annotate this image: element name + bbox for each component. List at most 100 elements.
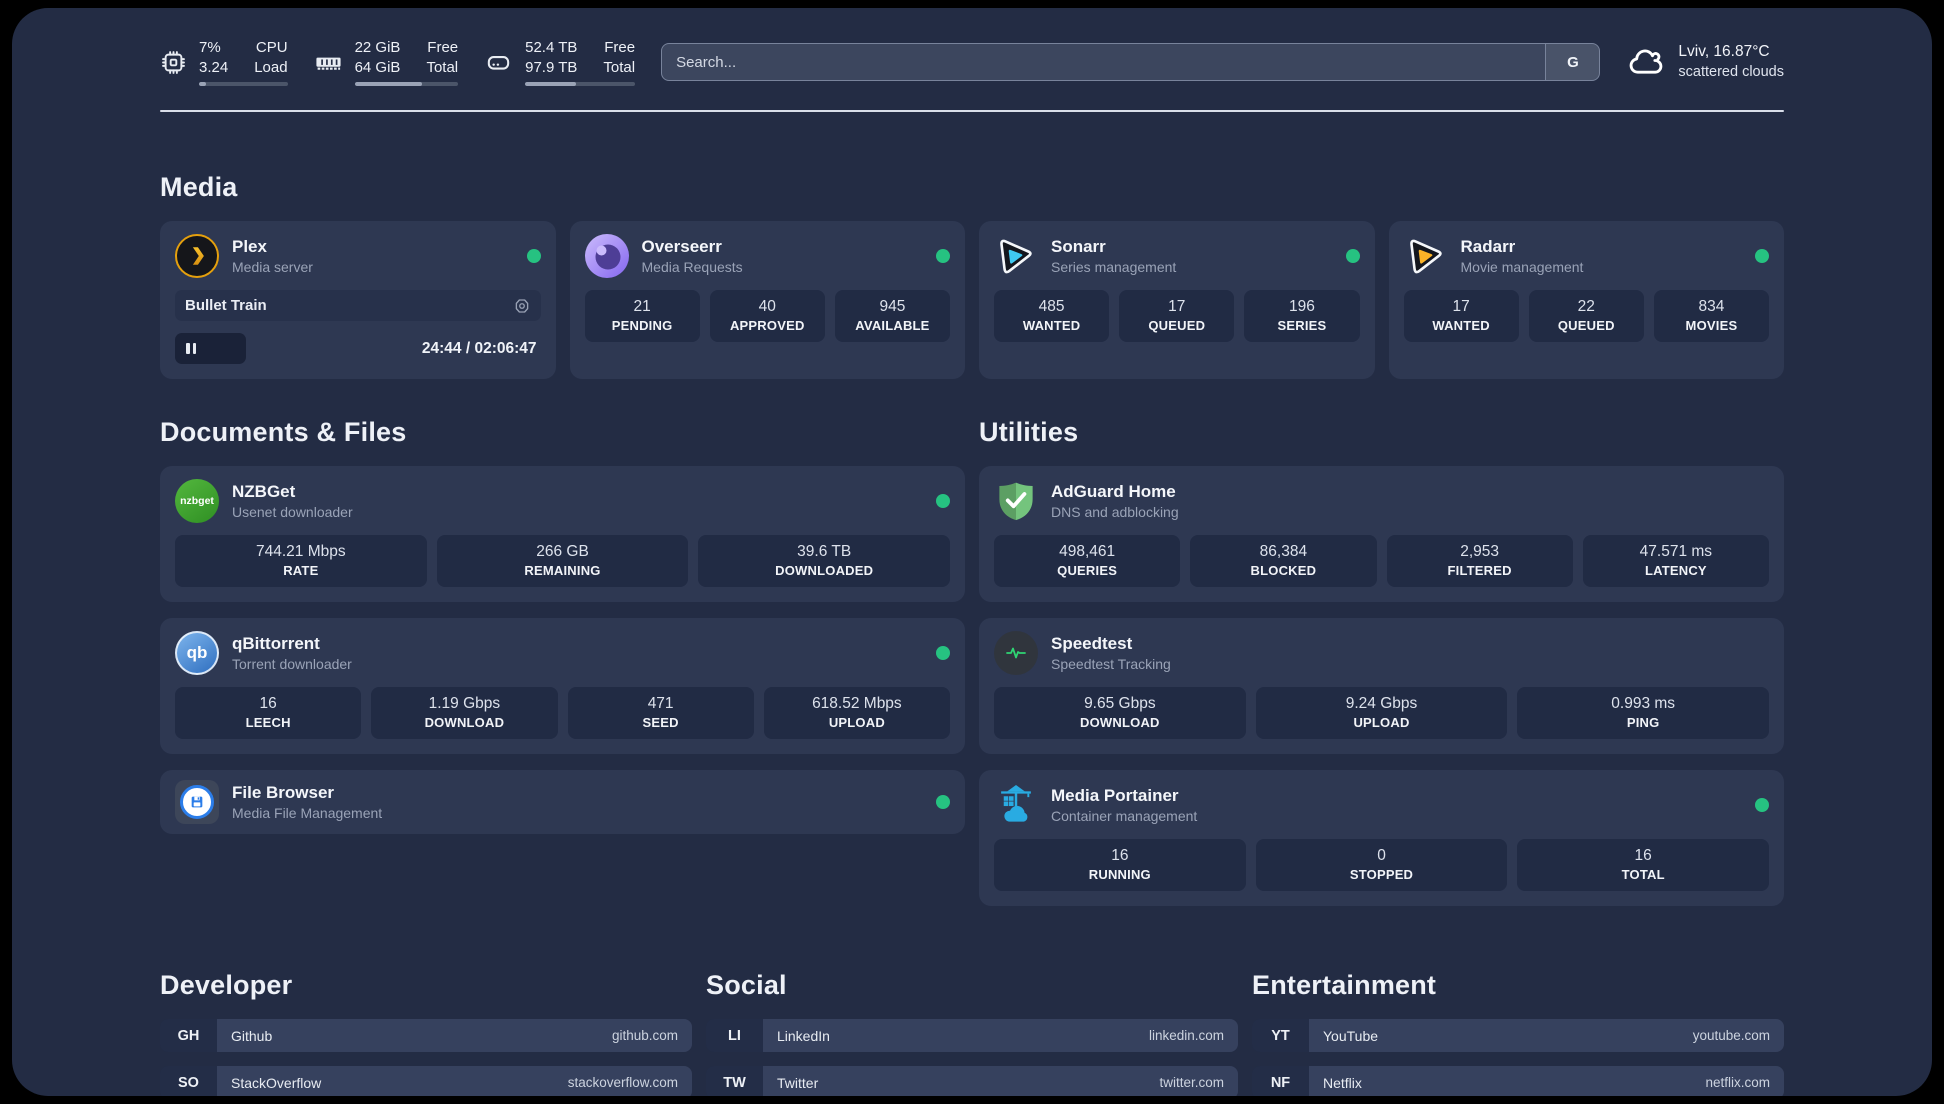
app-card-adguard[interactable]: AdGuard Home DNS and adblocking 498,461 Q… xyxy=(979,466,1784,602)
cpu-progress-bar xyxy=(199,82,288,86)
app-card-filebrowser[interactable]: File Browser Media File Management xyxy=(160,770,965,834)
bookmark-url: linkedin.com xyxy=(1148,1028,1224,1043)
portainer-icon xyxy=(994,783,1038,827)
cpu-load-value: 3.24 xyxy=(199,58,229,76)
bookmark-abbr: YT xyxy=(1252,1019,1309,1052)
plex-playback-progress: 24:44 / 02:06:47 xyxy=(175,333,541,364)
pause-icon xyxy=(186,343,190,354)
app-description: Usenet downloader xyxy=(232,504,353,520)
header-divider xyxy=(160,110,1784,112)
bookmark-name: LinkedIn xyxy=(777,1027,830,1044)
status-dot-online xyxy=(1755,249,1769,263)
stat-download: 1.19 Gbps DOWNLOAD xyxy=(371,687,558,739)
stat-leech: 16 LEECH xyxy=(175,687,362,739)
filebrowser-icon xyxy=(175,780,219,824)
bookmark-name: YouTube xyxy=(1323,1027,1379,1044)
app-card-radarr[interactable]: Radarr Movie management 17 WANTED 22 QUEUE… xyxy=(1388,221,1784,379)
search-input[interactable] xyxy=(662,44,1546,80)
status-dot-online xyxy=(936,249,950,263)
dashboard-screen: 7% 3.24 CPU Load 22 GiB 64 GiB Free Tota… xyxy=(12,8,1932,1096)
stat-upload: 9.24 Gbps UPLOAD xyxy=(1255,687,1508,739)
plex-now-playing-row: Bullet Train xyxy=(175,290,541,321)
stat-stopped: 0 STOPPED xyxy=(1255,839,1508,891)
cpu-label: CPU xyxy=(255,39,288,56)
search-engine-button[interactable]: G xyxy=(1545,44,1600,80)
bookmark-youtube[interactable]: YT YouTube youtube.com xyxy=(1252,1019,1784,1052)
app-name: Radarr xyxy=(1460,237,1516,256)
app-card-sonarr[interactable]: Sonarr Series management 485 WANTED 17 QUE… xyxy=(979,221,1375,379)
cpu-widget: 7% 3.24 CPU Load xyxy=(160,38,288,86)
bookmark-column-social: Social LI LinkedIn linkedin.com TW Twitte… xyxy=(706,970,1238,1096)
column-utilities: Utilities AdGuard Home DNS and adblockin… xyxy=(979,417,1784,906)
app-description: Torrent downloader xyxy=(232,656,352,672)
app-name: qBittorrent xyxy=(232,634,320,653)
stat-wanted: 17 WANTED xyxy=(1403,290,1519,342)
bookmark-stackoverflow[interactable]: SO StackOverflow stackoverflow.com xyxy=(160,1066,692,1096)
stat-queued: 22 QUEUED xyxy=(1528,290,1644,342)
section-title-social: Social xyxy=(706,970,787,1000)
hard-drive-icon xyxy=(487,55,510,70)
app-description: Container management xyxy=(1051,808,1198,824)
app-name: Overseerr xyxy=(641,237,722,256)
weather-widget: Lviv, 16.87°C scattered clouds xyxy=(1626,42,1784,82)
bookmark-netflix[interactable]: NF Netflix netflix.com xyxy=(1252,1066,1784,1096)
stat-upload: 618.52 Mbps UPLOAD xyxy=(763,687,950,739)
bookmark-linkedin[interactable]: LI LinkedIn linkedin.com xyxy=(706,1019,1238,1052)
bookmark-twitter[interactable]: TW Twitter twitter.com xyxy=(706,1066,1238,1096)
status-dot-online xyxy=(936,646,950,660)
stat-queries: 498,461 QUERIES xyxy=(994,535,1181,587)
weather-condition: scattered clouds xyxy=(1678,63,1784,80)
app-name: Speedtest xyxy=(1051,634,1133,653)
section-title-media: Media xyxy=(160,172,238,202)
ram-total-value: 64 GiB xyxy=(354,58,401,76)
bookmark-url: youtube.com xyxy=(1692,1028,1770,1043)
disk-free-value: 52.4 TB xyxy=(525,39,578,56)
stat-filtered: 2,953 FILTERED xyxy=(1386,535,1573,587)
app-description: Movie management xyxy=(1460,259,1584,275)
qbittorrent-icon: qb xyxy=(175,631,219,675)
stat-remaining: 266 GB REMAINING xyxy=(436,535,689,587)
app-card-plex[interactable]: Plex Media server Bullet Train 24:44 / 0… xyxy=(160,221,556,379)
speedtest-icon xyxy=(994,631,1038,675)
bookmark-column-developer: Developer GH Github github.com SO StackOv… xyxy=(160,970,692,1096)
bookmark-name: Twitter xyxy=(777,1074,819,1091)
disk-free-label: Free xyxy=(604,39,636,56)
app-card-speedtest[interactable]: Speedtest Speedtest Tracking 9.65 Gbps DO… xyxy=(979,618,1784,754)
app-card-qbittorrent[interactable]: qb qBittorrent Torrent downloader 16 LEEC… xyxy=(160,618,965,754)
cpu-chip-icon xyxy=(162,50,185,74)
bookmark-abbr: LI xyxy=(706,1019,763,1052)
app-card-nzbget[interactable]: nzbget NZBGet Usenet downloader 744.21 M… xyxy=(160,466,965,602)
stat-running: 16 RUNNING xyxy=(994,839,1246,891)
bookmark-url: netflix.com xyxy=(1705,1075,1770,1090)
status-dot-online xyxy=(936,494,950,508)
bookmark-url: stackoverflow.com xyxy=(567,1075,678,1090)
section-title-documents: Documents & Files xyxy=(160,417,407,447)
stat-wanted: 485 WANTED xyxy=(994,290,1110,342)
bookmark-abbr: NF xyxy=(1252,1066,1309,1096)
section-title-entertainment: Entertainment xyxy=(1252,970,1437,1000)
app-description: Media Requests xyxy=(641,259,743,275)
ram-widget: 22 GiB 64 GiB Free Total xyxy=(314,38,459,86)
stat-movies: 834 MOVIES xyxy=(1653,290,1770,342)
status-dot-online xyxy=(1345,249,1360,263)
disk-progress-bar xyxy=(525,82,636,86)
disk-total-label: Total xyxy=(603,58,636,76)
stat-queued: 17 QUEUED xyxy=(1119,290,1235,342)
column-documents-files: Documents & Files nzbget NZBGet Usenet d… xyxy=(160,417,965,906)
stat-latency: 47.571 ms LATENCY xyxy=(1582,535,1769,587)
app-card-portainer[interactable]: Media Portainer Container management 16 R… xyxy=(979,770,1784,906)
top-bar: 7% 3.24 CPU Load 22 GiB 64 GiB Free Tota… xyxy=(160,38,1784,86)
stat-ping: 0.993 ms PING xyxy=(1517,687,1770,739)
stat-rate: 744.21 Mbps RATE xyxy=(175,535,427,587)
app-description: DNS and adblocking xyxy=(1051,504,1179,520)
bookmark-abbr: SO xyxy=(160,1066,217,1096)
app-card-overseerr[interactable]: Overseerr Media Requests 21 PENDING 40 APP… xyxy=(569,221,965,379)
bookmark-github[interactable]: GH Github github.com xyxy=(160,1019,692,1052)
now-playing-title: Bullet Train xyxy=(185,297,267,314)
weather-location-temp: Lviv, 16.87°C xyxy=(1678,42,1770,60)
ram-free-value: 22 GiB xyxy=(354,39,401,56)
playback-time: 24:44 / 02:06:47 xyxy=(421,339,537,357)
app-name: Sonarr xyxy=(1051,237,1106,256)
disk-total-value: 97.9 TB xyxy=(525,58,578,76)
session-camera-icon xyxy=(513,297,531,315)
